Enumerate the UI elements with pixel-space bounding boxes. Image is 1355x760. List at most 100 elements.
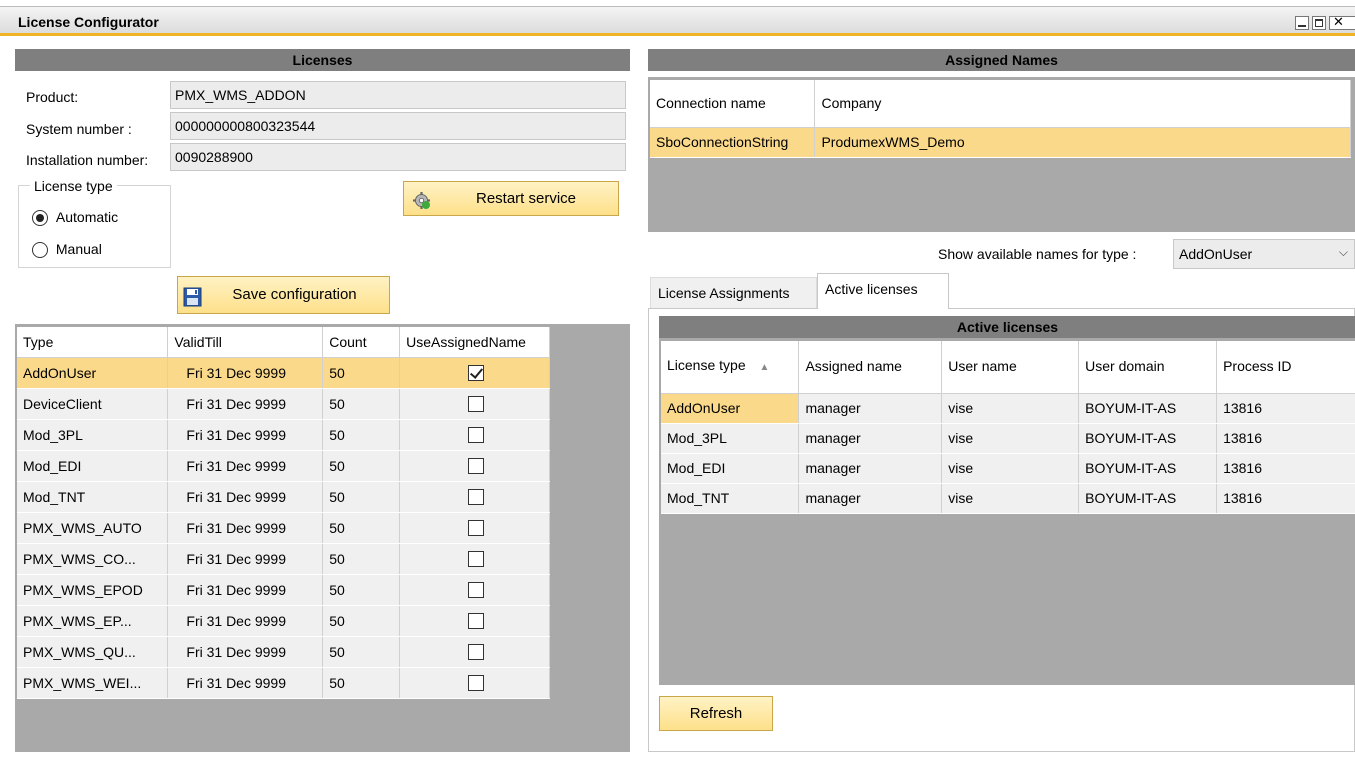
cell-user-domain[interactable]: BOYUM-IT-AS <box>1078 423 1218 454</box>
col-header-connection-name[interactable]: Connection name <box>650 80 816 128</box>
show-names-select[interactable]: AddOnUser ⌵ <box>1173 239 1355 269</box>
refresh-button[interactable]: Refresh <box>659 696 773 731</box>
cell-useassignedname[interactable] <box>399 636 550 668</box>
cell-type[interactable]: Mod_TNT <box>17 481 169 513</box>
close-button[interactable]: ✕ <box>1329 14 1355 30</box>
cell-assigned-name[interactable]: manager <box>798 453 943 484</box>
table-row[interactable]: PMX_WMS_CO... Fri 31 Dec 9999 50 <box>17 543 550 575</box>
table-row[interactable]: PMX_WMS_WEI... Fri 31 Dec 9999 50 <box>17 667 550 699</box>
table-row[interactable]: PMX_WMS_EP... Fri 31 Dec 9999 50 <box>17 605 550 637</box>
cell-type[interactable]: PMX_WMS_QU... <box>17 636 169 668</box>
cell-useassignedname[interactable] <box>399 543 550 575</box>
cell-user-domain[interactable]: BOYUM-IT-AS <box>1078 453 1218 484</box>
use-assigned-name-checkbox[interactable] <box>468 675 485 692</box>
cell-user-name[interactable]: vise <box>941 393 1080 424</box>
col-header-validtill[interactable]: ValidTill <box>167 327 324 358</box>
table-row[interactable]: PMX_WMS_EPOD Fri 31 Dec 9999 50 <box>17 574 550 606</box>
use-assigned-name-checkbox[interactable] <box>468 489 485 506</box>
cell-connection-name[interactable]: SboConnectionString <box>650 127 816 158</box>
cell-validtill[interactable]: Fri 31 Dec 9999 <box>167 481 324 513</box>
radio-manual[interactable]: Manual <box>32 241 102 259</box>
cell-process-id[interactable]: 13816 <box>1216 423 1355 454</box>
use-assigned-name-checkbox[interactable] <box>468 551 485 568</box>
use-assigned-name-checkbox[interactable] <box>468 365 485 382</box>
table-row[interactable]: Mod_EDI Fri 31 Dec 9999 50 <box>17 450 550 482</box>
tab-active-licenses[interactable]: Active licenses <box>817 273 949 309</box>
table-row[interactable]: AddOnUser Fri 31 Dec 9999 50 <box>17 357 550 389</box>
cell-count[interactable]: 50 <box>322 388 401 420</box>
cell-validtill[interactable]: Fri 31 Dec 9999 <box>167 512 324 544</box>
col-header-type[interactable]: Type <box>17 327 169 358</box>
cell-validtill[interactable]: Fri 31 Dec 9999 <box>167 388 324 420</box>
cell-count[interactable]: 50 <box>322 481 401 513</box>
table-row[interactable]: Mod_3PL manager vise BOYUM-IT-AS 13816 <box>661 423 1355 454</box>
cell-type[interactable]: PMX_WMS_CO... <box>17 543 169 575</box>
use-assigned-name-checkbox[interactable] <box>468 458 485 475</box>
maximize-button[interactable] <box>1312 16 1326 30</box>
cell-count[interactable]: 50 <box>322 636 401 668</box>
cell-useassignedname[interactable] <box>399 419 550 451</box>
cell-count[interactable]: 50 <box>322 574 401 606</box>
table-row[interactable]: Mod_3PL Fri 31 Dec 9999 50 <box>17 419 550 451</box>
cell-user-name[interactable]: vise <box>941 423 1080 454</box>
radio-manual-indicator[interactable] <box>32 242 48 259</box>
cell-type[interactable]: PMX_WMS_WEI... <box>17 667 169 699</box>
cell-validtill[interactable]: Fri 31 Dec 9999 <box>167 419 324 451</box>
cell-type[interactable]: PMX_WMS_AUTO <box>17 512 169 544</box>
cell-type[interactable]: PMX_WMS_EP... <box>17 605 169 637</box>
cell-user-domain[interactable]: BOYUM-IT-AS <box>1078 393 1218 424</box>
cell-validtill[interactable]: Fri 31 Dec 9999 <box>167 605 324 637</box>
use-assigned-name-checkbox[interactable] <box>468 396 485 413</box>
col-header-user-domain[interactable]: User domain <box>1078 341 1218 394</box>
cell-validtill[interactable]: Fri 31 Dec 9999 <box>167 357 324 389</box>
cell-assigned-name[interactable]: manager <box>798 423 943 454</box>
use-assigned-name-checkbox[interactable] <box>468 644 485 661</box>
cell-count[interactable]: 50 <box>322 605 401 637</box>
table-row[interactable]: PMX_WMS_AUTO Fri 31 Dec 9999 50 <box>17 512 550 544</box>
cell-validtill[interactable]: Fri 31 Dec 9999 <box>167 543 324 575</box>
col-header-company[interactable]: Company <box>814 80 1351 128</box>
use-assigned-name-checkbox[interactable] <box>468 520 485 537</box>
cell-user-domain[interactable]: BOYUM-IT-AS <box>1078 483 1218 514</box>
cell-useassignedname[interactable] <box>399 450 550 482</box>
minimize-button[interactable] <box>1295 16 1309 30</box>
cell-type[interactable]: PMX_WMS_EPOD <box>17 574 169 606</box>
cell-assigned-name[interactable]: manager <box>798 393 943 424</box>
table-row[interactable]: PMX_WMS_QU... Fri 31 Dec 9999 50 <box>17 636 550 668</box>
cell-process-id[interactable]: 13816 <box>1216 483 1355 514</box>
use-assigned-name-checkbox[interactable] <box>468 613 485 630</box>
col-header-license-type[interactable]: License type ▲ <box>661 341 800 394</box>
cell-user-name[interactable]: vise <box>941 483 1080 514</box>
cell-type[interactable]: AddOnUser <box>17 357 169 389</box>
cell-validtill[interactable]: Fri 31 Dec 9999 <box>167 450 324 482</box>
cell-user-name[interactable]: vise <box>941 453 1080 484</box>
assigned-names-row[interactable]: SboConnectionString ProdumexWMS_Demo <box>650 127 1351 158</box>
table-row[interactable]: Mod_EDI manager vise BOYUM-IT-AS 13816 <box>661 453 1355 484</box>
cell-validtill[interactable]: Fri 31 Dec 9999 <box>167 636 324 668</box>
cell-process-id[interactable]: 13816 <box>1216 453 1355 484</box>
cell-type[interactable]: Mod_3PL <box>17 419 169 451</box>
cell-useassignedname[interactable] <box>399 574 550 606</box>
restart-service-button[interactable]: Restart service <box>403 181 619 216</box>
cell-process-id[interactable]: 13816 <box>1216 393 1355 424</box>
tab-license-assignments[interactable]: License Assignments <box>650 277 817 309</box>
col-header-useassignedname[interactable]: UseAssignedName <box>399 327 550 358</box>
cell-type[interactable]: Mod_EDI <box>17 450 169 482</box>
cell-count[interactable]: 50 <box>322 543 401 575</box>
table-row[interactable]: AddOnUser manager vise BOYUM-IT-AS 13816 <box>661 393 1355 424</box>
cell-useassignedname[interactable] <box>399 388 550 420</box>
col-header-process-id[interactable]: Process ID <box>1216 341 1355 394</box>
cell-company[interactable]: ProdumexWMS_Demo <box>814 127 1351 158</box>
cell-count[interactable]: 50 <box>322 419 401 451</box>
table-row[interactable]: Mod_TNT manager vise BOYUM-IT-AS 13816 <box>661 483 1355 514</box>
cell-assigned-name[interactable]: manager <box>798 483 943 514</box>
col-header-user-name[interactable]: User name <box>941 341 1080 394</box>
use-assigned-name-checkbox[interactable] <box>468 427 485 444</box>
cell-count[interactable]: 50 <box>322 667 401 699</box>
cell-count[interactable]: 50 <box>322 512 401 544</box>
cell-useassignedname[interactable] <box>399 481 550 513</box>
radio-automatic[interactable]: Automatic <box>32 209 118 227</box>
cell-useassignedname[interactable] <box>399 667 550 699</box>
use-assigned-name-checkbox[interactable] <box>468 582 485 599</box>
cell-type[interactable]: DeviceClient <box>17 388 169 420</box>
